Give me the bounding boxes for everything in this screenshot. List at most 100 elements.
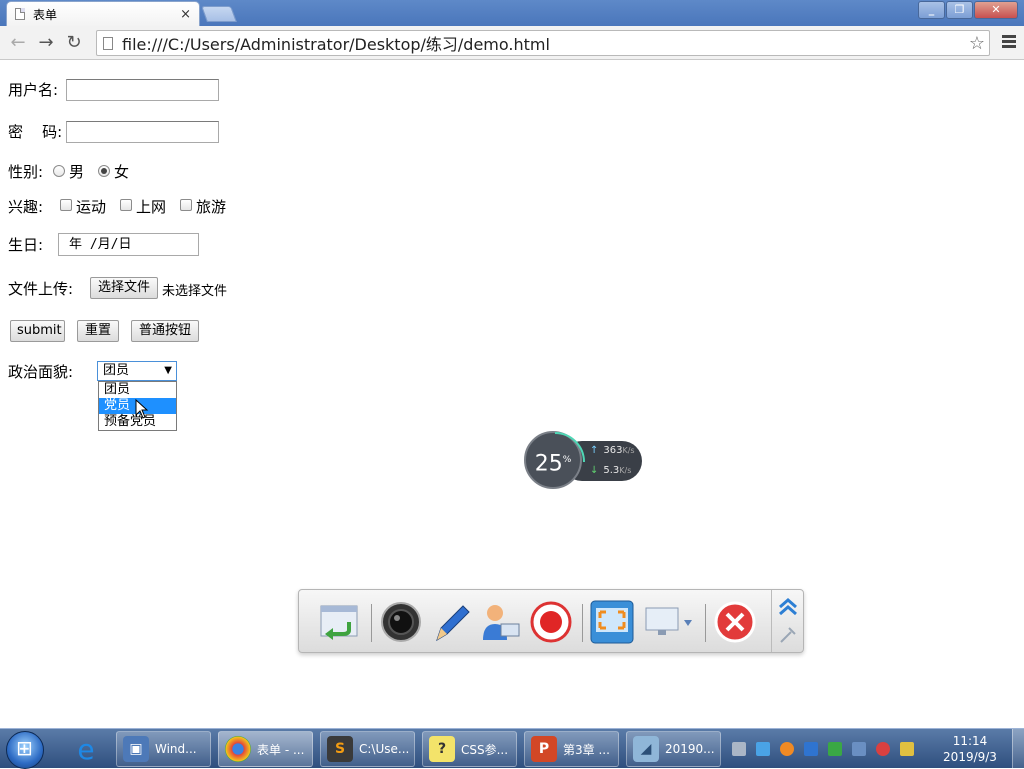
sublime-text-icon: S: [327, 736, 353, 762]
user-computer-icon[interactable]: [479, 600, 523, 644]
keyboard-icon[interactable]: [732, 742, 746, 756]
dropdown-arrow-icon: ▼: [164, 365, 172, 376]
shield-icon[interactable]: [804, 742, 818, 756]
chrome-icon: [225, 736, 251, 762]
birthday-date-input[interactable]: 年 /月/日: [58, 233, 199, 256]
page-content: 用户名: 密 码: 性别: 男 女 兴趣: 运动 上网 旅游 生日: 年 /月/…: [0, 61, 1024, 728]
pencil-icon[interactable]: [429, 600, 473, 644]
taskbar-item-label: Wind...: [155, 742, 197, 756]
no-file-text: 未选择文件: [162, 284, 228, 299]
taskbar-item-powerpoint[interactable]: P 第3章 ...: [524, 731, 619, 767]
system-tray: [732, 735, 932, 763]
taskbar-item-label: CSS参...: [461, 742, 509, 757]
forward-arrow-icon[interactable]: →: [34, 31, 58, 55]
camera-lens-icon[interactable]: [379, 600, 423, 644]
security-icon[interactable]: [828, 742, 842, 756]
political-selected-value: 团员: [103, 363, 130, 378]
display-dropdown-icon[interactable]: [642, 600, 698, 644]
upload-speed: ↑ 363K/s: [590, 445, 635, 456]
tab-close-icon[interactable]: ×: [180, 7, 191, 22]
upload-speed-value: 363: [603, 445, 623, 456]
choose-file-button[interactable]: 选择文件: [90, 277, 158, 299]
app-tray-icon[interactable]: [780, 742, 794, 756]
taskbar-item-label: 20190...: [665, 742, 715, 756]
clock-date: 2019/9/3: [943, 750, 997, 764]
fullscreen-icon[interactable]: [590, 600, 634, 644]
gender-female-label: 女: [114, 163, 130, 181]
gender-female-radio[interactable]: [98, 165, 110, 177]
option-tuanyuan[interactable]: 团员: [99, 382, 176, 398]
network-speed-widget[interactable]: 25% ↑ 363K/s ↓ 5.3K/s: [522, 429, 644, 491]
volume-icon[interactable]: [876, 742, 890, 756]
qq-icon[interactable]: [852, 742, 866, 756]
taskbar-item-sublime[interactable]: S C:\Use...: [320, 731, 415, 767]
download-arrow-icon: ↓: [590, 465, 599, 476]
taskbar-item-css-help[interactable]: ? CSS参...: [422, 731, 517, 767]
menu-icon[interactable]: [1002, 35, 1016, 50]
password-input[interactable]: [66, 121, 219, 143]
pin-icon[interactable]: [777, 624, 799, 646]
browser-tab-active[interactable]: 表单 ×: [6, 1, 200, 26]
hobby-internet-checkbox[interactable]: [120, 199, 132, 211]
page-icon: [103, 36, 113, 50]
gender-male-radio[interactable]: [53, 165, 65, 177]
recorder-app-icon: ◢: [633, 736, 659, 762]
new-tab-button[interactable]: [201, 6, 237, 22]
taskbar-item-chrome[interactable]: 表单 - ...: [218, 731, 313, 767]
minimize-button[interactable]: _: [918, 1, 945, 19]
download-speed-unit: K/s: [619, 466, 632, 475]
show-desktop-button[interactable]: [1012, 729, 1024, 769]
reset-button[interactable]: 重置: [77, 320, 119, 342]
internet-explorer-icon[interactable]: e: [66, 733, 106, 767]
toolbar-separator: [371, 604, 372, 642]
hobby-travel-checkbox[interactable]: [180, 199, 192, 211]
close-red-icon[interactable]: [713, 600, 757, 644]
upload-label: 文件上传:: [8, 280, 74, 298]
username-label: 用户名:: [8, 81, 59, 99]
collapse-up-icon[interactable]: [777, 596, 799, 618]
network-icon[interactable]: [756, 742, 770, 756]
system-clock[interactable]: 11:14 2019/9/3: [934, 733, 1006, 765]
hobby-travel-label: 旅游: [196, 198, 227, 216]
return-icon[interactable]: [317, 600, 361, 644]
powerpoint-icon: P: [531, 736, 557, 762]
taskbar-item-label: 表单 - ...: [257, 742, 305, 757]
help-file-icon: ?: [429, 736, 455, 762]
browser-titlebar: 表单 × _ ❐ ✕: [0, 0, 1024, 26]
submit-button[interactable]: submit: [10, 320, 65, 342]
reload-icon[interactable]: ↻: [62, 31, 86, 55]
toolbar-side-panel: [771, 590, 804, 652]
download-speed-value: 5.3: [603, 465, 620, 476]
restore-button[interactable]: ❐: [946, 1, 973, 19]
password-label: 密 码:: [8, 123, 63, 141]
hobby-internet-label: 上网: [136, 198, 167, 216]
upload-arrow-icon: ↑: [590, 445, 599, 456]
close-window-button[interactable]: ✕: [974, 1, 1018, 19]
window-controls: _ ❐ ✕: [917, 1, 1018, 19]
normal-button[interactable]: 普通按钮: [131, 320, 199, 342]
recorder-toolbar: [298, 589, 804, 653]
taskbar-item-recorder[interactable]: ◢ 20190...: [626, 731, 721, 767]
url-text[interactable]: file:///C:/Users/Administrator/Desktop/练…: [122, 31, 965, 55]
gender-label: 性别:: [8, 163, 44, 181]
upload-speed-unit: K/s: [622, 446, 635, 455]
record-icon[interactable]: [529, 600, 573, 644]
bookmark-star-icon[interactable]: ☆: [965, 33, 989, 54]
windows-taskbar: e ▣ Wind... 表单 - ... S C:\Use... ? CSS参.…: [0, 728, 1024, 769]
political-select[interactable]: 团员 ▼: [97, 361, 177, 381]
birthday-label: 生日:: [8, 236, 44, 254]
window-icon: ▣: [123, 736, 149, 762]
address-bar[interactable]: file:///C:/Users/Administrator/Desktop/练…: [96, 30, 990, 56]
download-speed: ↓ 5.3K/s: [590, 465, 631, 476]
taskbar-item-windows[interactable]: ▣ Wind...: [116, 731, 211, 767]
start-button[interactable]: [6, 731, 44, 769]
browser-toolbar: ← → ↻ file:///C:/Users/Administrator/Des…: [0, 26, 1024, 60]
hobby-sport-checkbox[interactable]: [60, 199, 72, 211]
cpu-usage-arc-icon: [554, 432, 585, 463]
flag-icon[interactable]: [900, 742, 914, 756]
political-label: 政治面貌:: [8, 363, 74, 381]
username-input[interactable]: [66, 79, 219, 101]
toolbar-separator: [705, 604, 706, 642]
back-arrow-icon[interactable]: ←: [6, 31, 30, 55]
clock-time: 11:14: [952, 734, 988, 748]
